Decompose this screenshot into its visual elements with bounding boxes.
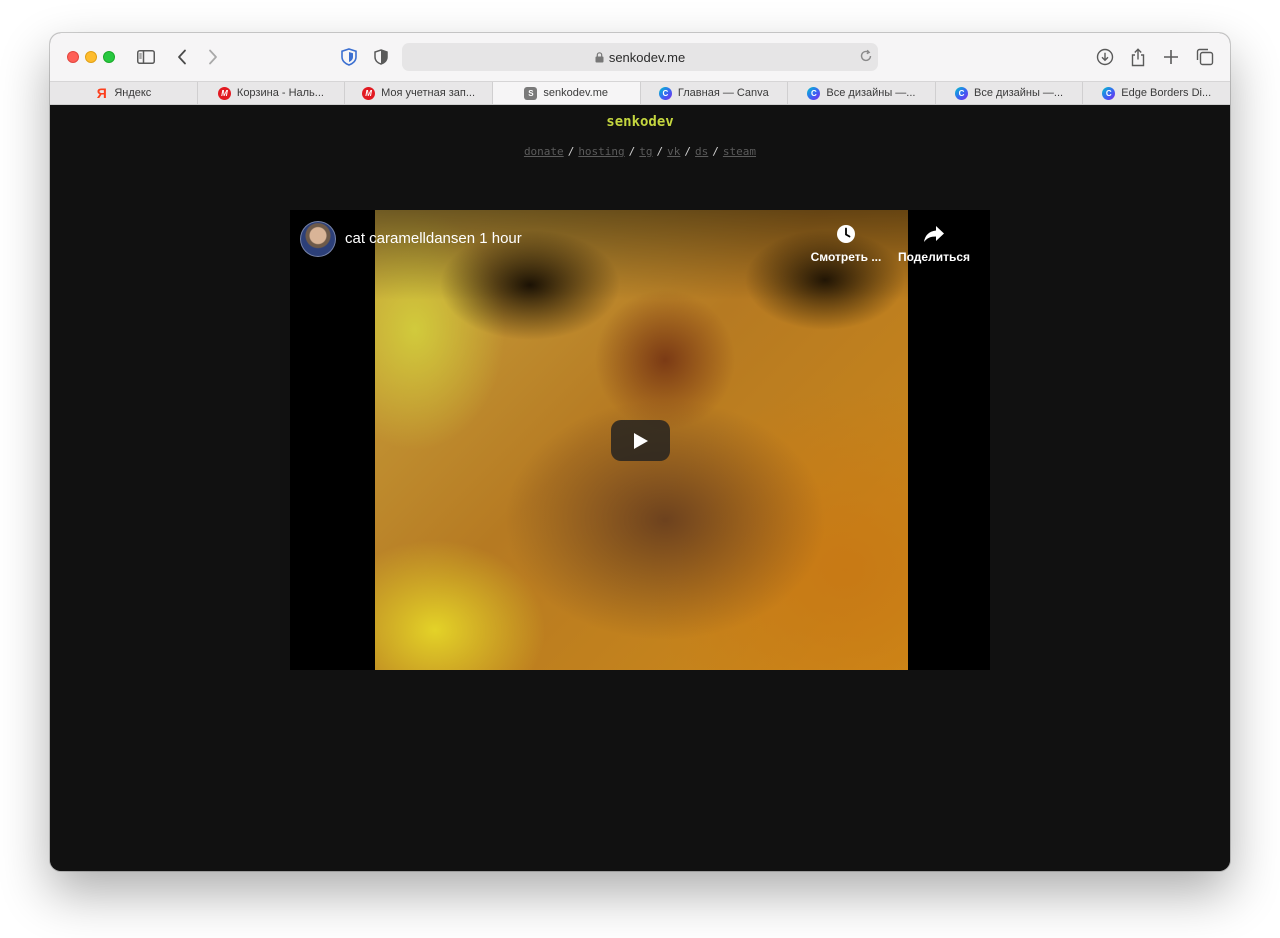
link-steam[interactable]: steam: [723, 145, 756, 158]
link-separator: /: [712, 145, 719, 158]
watch-later-button[interactable]: Смотреть ...: [806, 222, 886, 264]
chevron-right-icon: [209, 49, 217, 65]
maximize-window-button[interactable]: [103, 51, 115, 63]
tab[interactable]: C Edge Borders Di...: [1083, 82, 1230, 104]
lock-icon: [595, 51, 604, 63]
watch-later-label: Смотреть ...: [810, 250, 882, 264]
link-separator: /: [628, 145, 636, 158]
canva-favicon-icon: C: [955, 86, 969, 100]
share-icon: [1131, 47, 1145, 66]
site-title: senkodev: [606, 114, 674, 130]
canva-favicon-icon: C: [658, 86, 672, 100]
reload-icon[interactable]: [859, 49, 873, 66]
tab-label: Все дизайны —...: [826, 87, 916, 99]
link-separator: /: [656, 145, 664, 158]
browser-toolbar: senkodev.me: [50, 33, 1230, 81]
tab[interactable]: М Корзина - Наль...: [198, 82, 346, 104]
play-button[interactable]: [611, 420, 670, 461]
tab[interactable]: М Моя учетная зап...: [345, 82, 493, 104]
site-nav-links: donate / hosting / tg / vk / ds / steam: [50, 145, 1230, 158]
share-button[interactable]: [1126, 45, 1150, 69]
address-bar[interactable]: senkodev.me: [402, 43, 878, 71]
minimize-window-button[interactable]: [85, 51, 97, 63]
clock-icon: [806, 222, 886, 246]
senkodev-favicon-icon: S: [524, 86, 538, 100]
link-separator: /: [684, 145, 692, 158]
browser-window: senkodev.me Я Яндекс М Корзина - Наль... М…: [50, 33, 1230, 871]
sidebar-toggle-button[interactable]: [134, 45, 158, 69]
shield-extension-icon: [341, 48, 357, 66]
new-tab-button[interactable]: [1159, 45, 1183, 69]
share-arrow-icon: [894, 222, 974, 246]
privacy-report-button[interactable]: [369, 45, 393, 69]
tab-label: Корзина - Наль...: [236, 87, 324, 99]
yandex-favicon-icon: Я: [96, 85, 107, 101]
link-ds[interactable]: ds: [695, 145, 708, 158]
channel-avatar[interactable]: [300, 221, 336, 257]
tab[interactable]: C Все дизайны —...: [788, 82, 936, 104]
tab[interactable]: C Главная — Canva: [641, 82, 789, 104]
close-window-button[interactable]: [67, 51, 79, 63]
youtube-embed-player[interactable]: cat caramelldansen 1 hour Смотреть ... П…: [290, 210, 990, 670]
downloads-button[interactable]: [1093, 45, 1117, 69]
share-label: Поделиться: [897, 250, 971, 264]
link-separator: /: [567, 145, 575, 158]
video-title[interactable]: cat caramelldansen 1 hour: [345, 230, 522, 247]
tab-label: Все дизайны —...: [974, 87, 1064, 99]
canva-favicon-icon: C: [1102, 86, 1116, 100]
tab-label: Главная — Canva: [677, 87, 769, 99]
tab-label: Моя учетная зап...: [381, 87, 476, 99]
chevron-left-icon: [178, 49, 186, 65]
plus-icon: [1164, 50, 1178, 64]
download-icon: [1096, 48, 1114, 66]
tab-label: Edge Borders Di...: [1121, 87, 1212, 99]
share-video-button[interactable]: Поделиться: [894, 222, 974, 264]
mvideo-favicon-icon: М: [362, 86, 376, 100]
mvideo-favicon-icon: М: [217, 86, 231, 100]
privacy-shield-icon: [374, 49, 388, 65]
forward-button[interactable]: [201, 45, 225, 69]
tab-bar: Я Яндекс М Корзина - Наль... М Моя учетная …: [50, 81, 1230, 105]
tab[interactable]: Я Яндекс: [50, 82, 198, 104]
tab-label: senkodev.me: [543, 87, 608, 99]
sidebar-icon: [137, 50, 155, 64]
link-tg[interactable]: tg: [639, 145, 652, 158]
tab[interactable]: C Все дизайны —...: [936, 82, 1084, 104]
play-icon: [633, 432, 648, 449]
link-donate[interactable]: donate: [524, 145, 564, 158]
address-text: senkodev.me: [608, 49, 686, 65]
tab-overview-button[interactable]: [1193, 45, 1217, 69]
page-content: senkodev donate / hosting / tg / vk / ds / steam c…: [50, 105, 1230, 871]
back-button[interactable]: [170, 45, 194, 69]
canva-favicon-icon: C: [807, 86, 821, 100]
tab-overview-icon: [1196, 48, 1214, 66]
link-vk[interactable]: vk: [667, 145, 680, 158]
link-hosting[interactable]: hosting: [578, 145, 624, 158]
bitwarden-extension-button[interactable]: [337, 45, 361, 69]
tab-active[interactable]: Ssenkodev.me: [492, 82, 641, 104]
tab-label: Яндекс: [114, 87, 152, 99]
